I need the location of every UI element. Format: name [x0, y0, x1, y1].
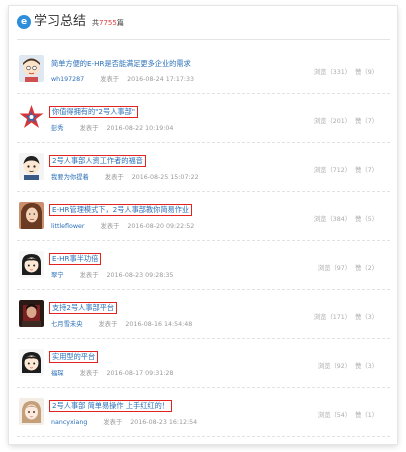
view-count: 浏览（201）: [313, 118, 352, 125]
posted-label: 发表于: [100, 223, 120, 230]
view-count: 浏览（171）: [313, 314, 352, 321]
author-link[interactable]: 翠宁: [51, 272, 64, 279]
posted-label: 发表于: [100, 76, 120, 83]
post-date: 2016-08-22 10:19:04: [106, 125, 174, 132]
posted-label: 发表于: [79, 370, 99, 377]
like-count[interactable]: 赞（3）: [355, 363, 378, 370]
article-stats: 浏览（54） 赞（1）: [318, 410, 378, 419]
posted-label: 发表于: [79, 125, 99, 132]
article-title-link[interactable]: 你值得拥有的"2号人事部": [49, 106, 139, 118]
cartoon-girl-avatar[interactable]: [19, 349, 44, 376]
like-count[interactable]: 赞（7）: [355, 167, 378, 174]
article-meta: 七月雪未央 发表于 2016-08-16 14:54:48: [51, 319, 192, 328]
list-item: 简单方便的E-HR是否能满足更多企业的需求 wh197287 发表于 2016-…: [17, 45, 390, 94]
anime-girl-avatar[interactable]: [19, 398, 44, 425]
article-stats: 浏览（712） 赞（7）: [314, 165, 378, 174]
list-item: 支持2号人事部平台 七月雪未央 发表于 2016-08-16 14:54:48 …: [17, 290, 390, 339]
post-date: 2016-08-16 14:54:48: [125, 321, 193, 328]
author-link[interactable]: 我要为你提着: [51, 174, 89, 181]
article-stats: 浏览（92） 赞（3）: [318, 361, 378, 370]
author-link[interactable]: nancyxiang: [51, 419, 87, 426]
list-item: E-HR事半功倍 翠宁 发表于 2016-08-23 09:28:35 浏览（9…: [17, 241, 390, 290]
like-count[interactable]: 赞（3）: [355, 314, 378, 321]
author-link[interactable]: 福琛: [51, 370, 64, 377]
like-count[interactable]: 赞（9）: [355, 69, 378, 76]
article-meta: 福琛 发表于 2016-08-17 09:31:28: [51, 368, 173, 377]
post-date: 2016-08-23 09:28:35: [106, 272, 174, 279]
list-item: 你值得拥有的"2号人事部" 彭秀 发表于 2016-08-22 10:19:04…: [17, 94, 390, 143]
star-logo-avatar[interactable]: [19, 104, 44, 131]
article-title-link[interactable]: 2号人事部 简单易操作 上手红红的！: [49, 400, 172, 412]
article-title-link[interactable]: E-HR事半功倍: [49, 253, 102, 265]
cartoon-boy-avatar[interactable]: [19, 55, 44, 82]
author-link[interactable]: 彭秀: [51, 125, 64, 132]
author-link[interactable]: wh197287: [51, 76, 84, 83]
article-meta: 我要为你提着 发表于 2016-08-25 15:07:22: [51, 172, 199, 181]
like-count[interactable]: 赞（5）: [355, 216, 378, 223]
article-meta: littleflower 发表于 2016-08-20 09:22:52: [51, 221, 194, 230]
article-list: 简单方便的E-HR是否能满足更多企业的需求 wh197287 发表于 2016-…: [17, 45, 390, 437]
post-date: 2016-08-17 09:31:28: [106, 370, 174, 377]
article-meta: nancyxiang 发表于 2016-08-23 16:12:54: [51, 417, 197, 426]
article-title-link[interactable]: 支持2号人事部平台: [49, 302, 118, 314]
view-count: 浏览（54）: [317, 412, 352, 419]
article-title-link[interactable]: 2号人事部人资工作者的福音: [49, 155, 146, 167]
post-date: 2016-08-20 09:22:52: [127, 223, 195, 230]
article-stats: 浏览（171） 赞（3）: [314, 312, 378, 321]
list-item: 实用型的平台 福琛 发表于 2016-08-17 09:31:28 浏览（92）…: [17, 339, 390, 388]
brand-logo-icon: e: [17, 15, 31, 29]
article-title-link[interactable]: 简单方便的E-HR是否能满足更多企业的需求: [51, 59, 191, 69]
like-count[interactable]: 赞（2）: [355, 265, 378, 272]
view-count: 浏览（97）: [317, 265, 352, 272]
posted-label: 发表于: [103, 419, 123, 426]
panel-header: e 学习总结 共7755篇: [17, 12, 390, 40]
article-title-link[interactable]: E-HR管理模式下，2号人事部教你简易作业: [49, 204, 193, 216]
article-stats: 浏览（97） 赞（2）: [318, 263, 378, 272]
posted-label: 发表于: [104, 174, 124, 181]
list-item: E-HR管理模式下，2号人事部教你简易作业 littleflower 发表于 2…: [17, 192, 390, 241]
woman-photo-avatar[interactable]: [19, 202, 44, 229]
article-stats: 浏览（384） 赞（5）: [314, 214, 378, 223]
article-meta: 彭秀 发表于 2016-08-22 10:19:04: [51, 123, 173, 132]
like-count[interactable]: 赞（7）: [355, 118, 378, 125]
posted-label: 发表于: [98, 321, 118, 328]
article-count-number: 7755: [99, 19, 117, 27]
dark-photo-avatar[interactable]: [19, 300, 44, 327]
post-date: 2016-08-24 17:17:33: [127, 76, 194, 83]
article-title-link[interactable]: 实用型的平台: [49, 351, 99, 363]
cartoon-girl-avatar[interactable]: [19, 251, 44, 278]
article-stats: 浏览（201） 赞（7）: [314, 116, 378, 125]
posted-label: 发表于: [79, 272, 99, 279]
view-count: 浏览（331）: [313, 69, 352, 76]
list-item: 2号人事部人资工作者的福音 我要为你提着 发表于 2016-08-25 15:0…: [17, 143, 390, 192]
article-stats: 浏览（331） 赞（9）: [314, 67, 378, 76]
view-count: 浏览（384）: [313, 216, 352, 223]
article-meta: 翠宁 发表于 2016-08-23 09:28:35: [51, 270, 173, 279]
view-count: 浏览（712）: [313, 167, 352, 174]
view-count: 浏览（92）: [317, 363, 352, 370]
author-link[interactable]: littleflower: [51, 223, 85, 230]
like-count[interactable]: 赞（1）: [355, 412, 378, 419]
article-meta: wh197287 发表于 2016-08-24 17:17:33: [51, 74, 194, 83]
author-link[interactable]: 七月雪未央: [51, 321, 82, 328]
post-date: 2016-08-25 15:07:22: [131, 174, 199, 181]
post-date: 2016-08-23 16:12:54: [130, 419, 198, 426]
list-item: 2号人事部 简单易操作 上手红红的！ nancyxiang 发表于 2016-0…: [17, 388, 390, 437]
article-count: 共7755篇: [92, 19, 124, 27]
cartoon-man-avatar[interactable]: [19, 153, 44, 180]
panel-title: 学习总结: [34, 14, 87, 29]
